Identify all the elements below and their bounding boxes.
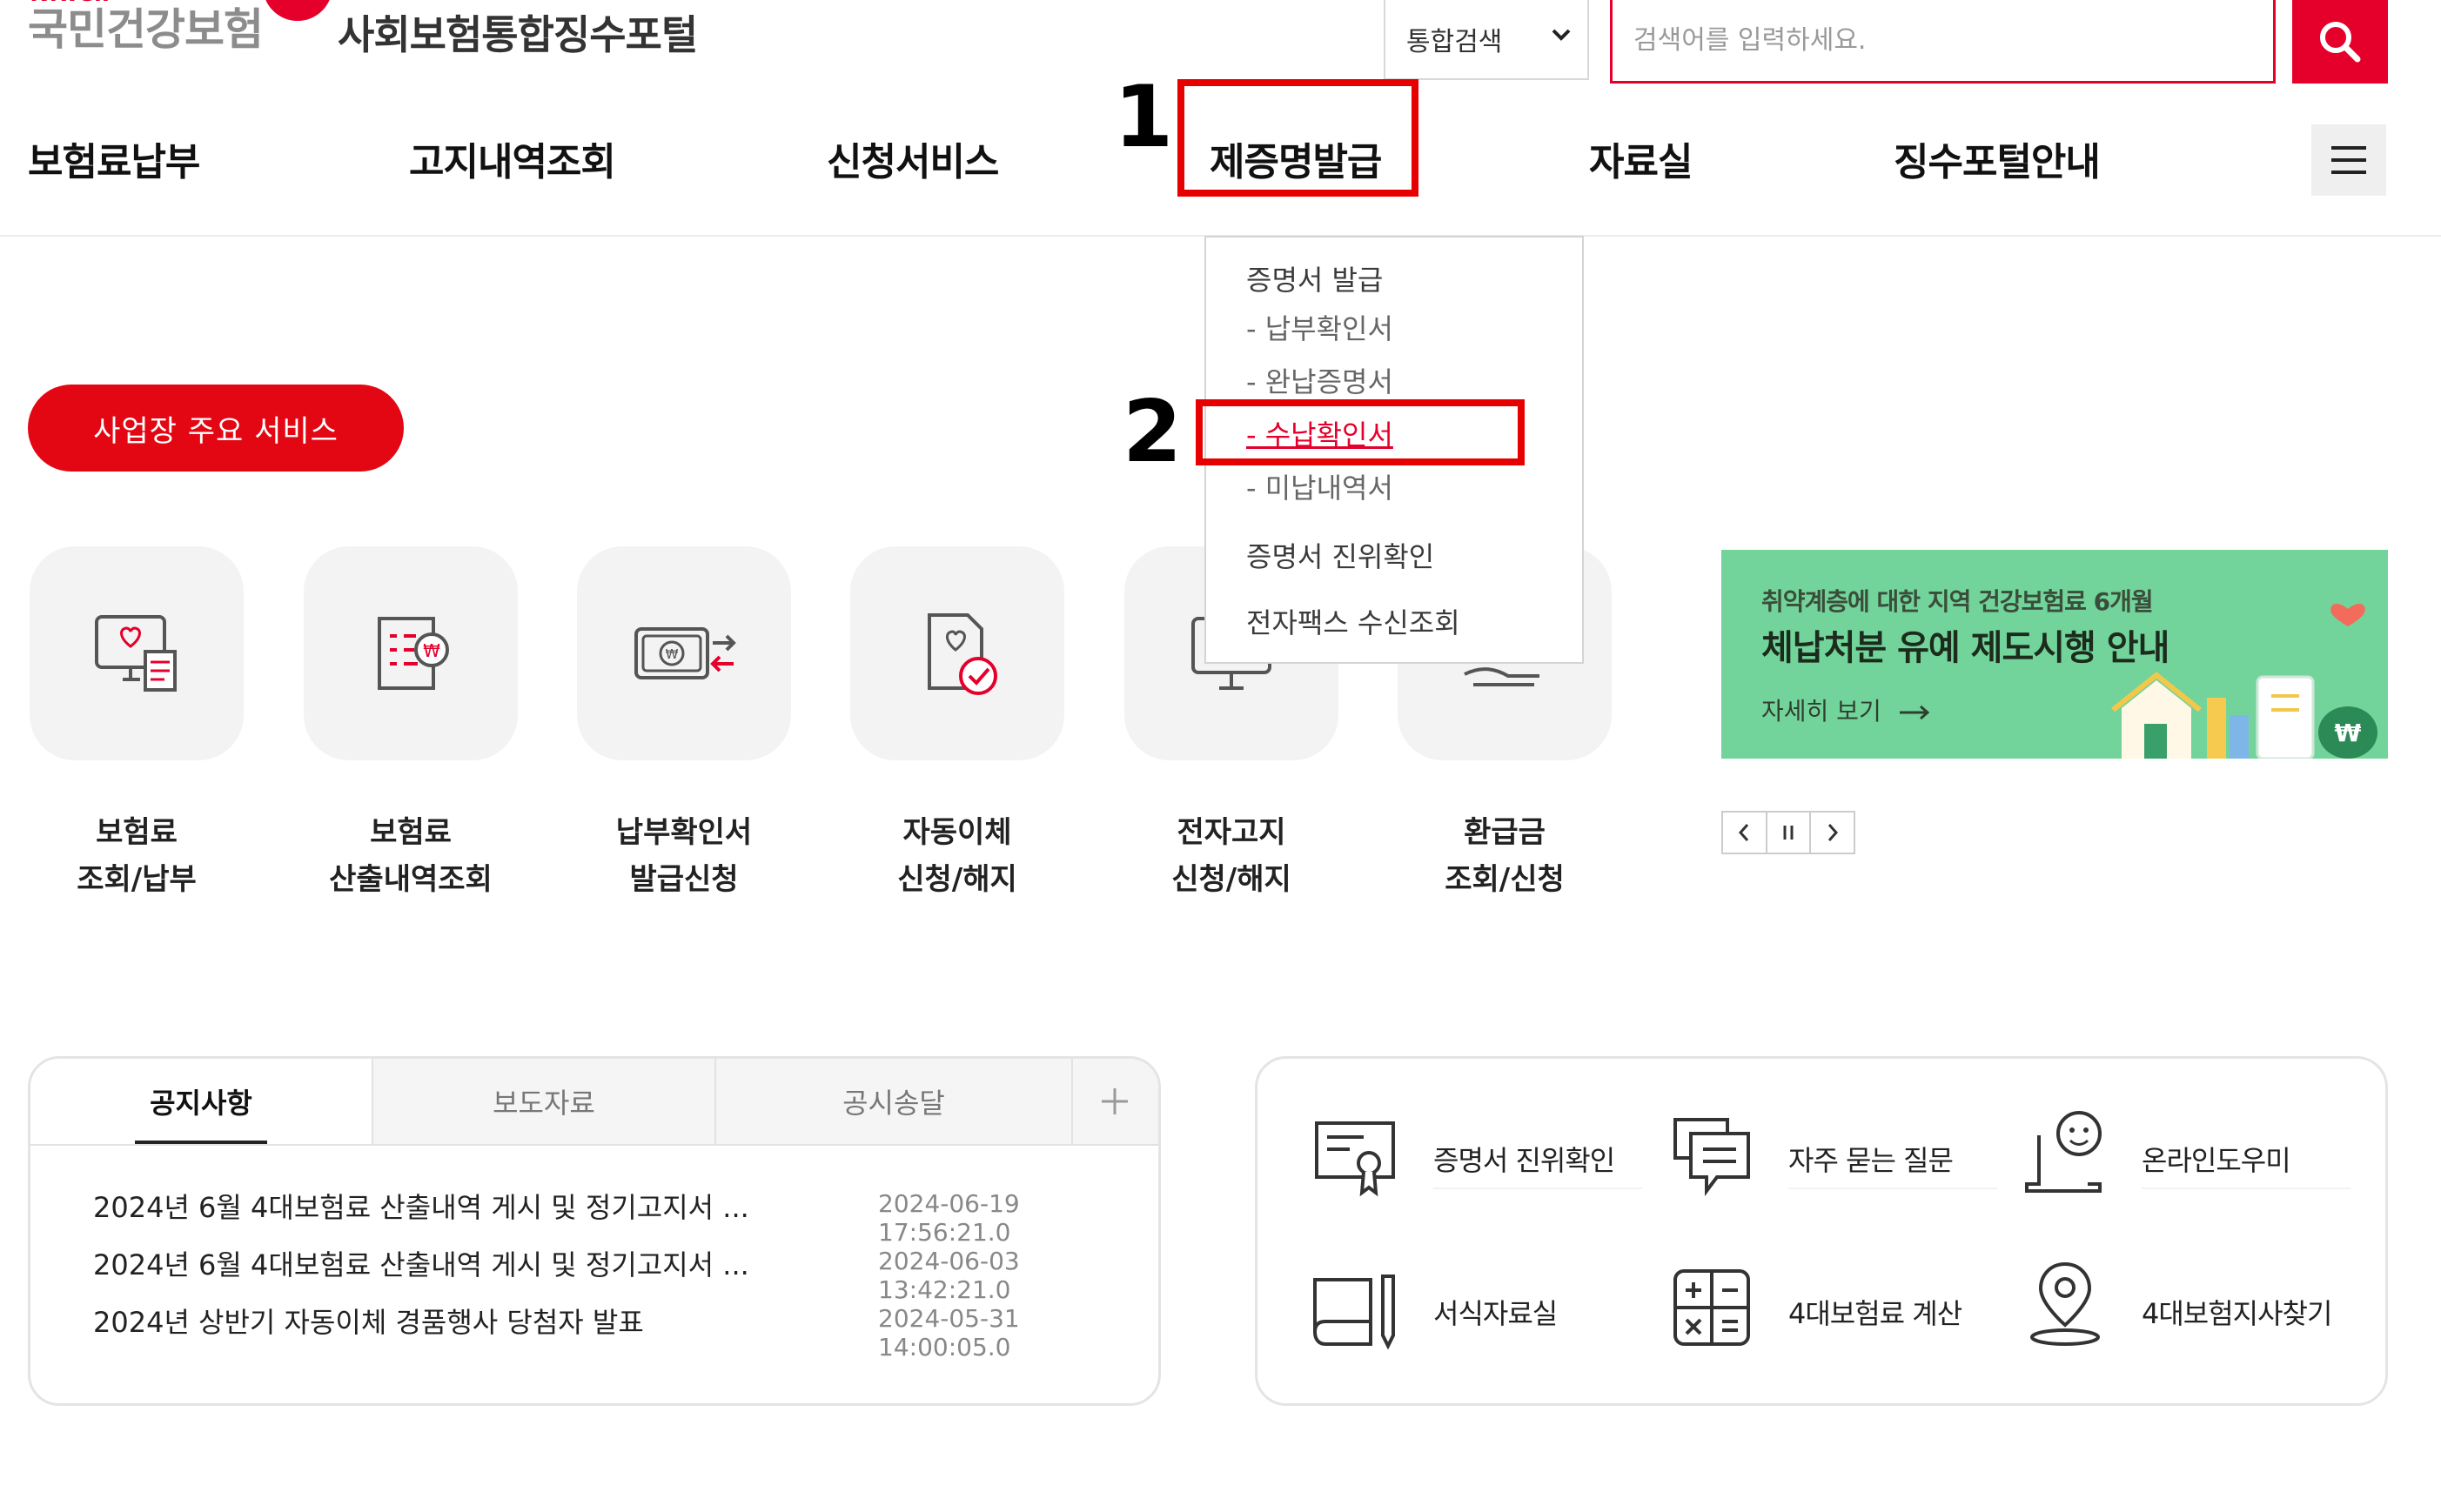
banner-next-button[interactable]: [1811, 813, 1854, 853]
nav-insurance-payment[interactable]: 보험료납부: [28, 130, 200, 186]
quick-links-panel: 증명서 진위확인 자주 묻는 질문 온라인도우미 서식자료실 4대보험료 계산 …: [1255, 1056, 2388, 1406]
quick-link-label[interactable]: 4대보험료 계산: [1788, 1292, 1962, 1332]
quick-link-label[interactable]: 서식자료실: [1433, 1292, 1558, 1332]
portal-title[interactable]: 사회보험통합징수포털: [338, 3, 698, 61]
search-scope-select[interactable]: 통합검색: [1384, 0, 1589, 80]
step-number-2: 2: [1123, 383, 1183, 482]
nav-portal-guide[interactable]: 징수포털안내: [1894, 130, 2101, 186]
chevron-down-icon: [1552, 29, 1571, 41]
service-label-payment-certificate[interactable]: 납부확인서 발급신청: [553, 809, 815, 903]
online-helper-icon: [2025, 1111, 2102, 1193]
nav-notice-history[interactable]: 고지내역조회: [409, 130, 616, 186]
nav-application-service[interactable]: 신청서비스: [827, 130, 999, 186]
quick-link-label[interactable]: 자주 묻는 질문: [1788, 1139, 1954, 1179]
book-pen-icon: [1313, 1274, 1395, 1350]
search-scope-value: 통합검색: [1406, 27, 1503, 57]
monitor-heart-receipt-icon: [95, 615, 177, 692]
quick-link-branch-finder[interactable]: [2020, 1259, 2110, 1349]
notice-title[interactable]: 2024년 상반기 자동이체 경품행사 당첨자 발표: [93, 1301, 644, 1341]
houses-money-illustration-icon: ₩: [2111, 603, 2377, 759]
service-label-premium-calculation[interactable]: 보험료 산출내역조회: [280, 809, 541, 903]
notice-more-button[interactable]: [1071, 1059, 1158, 1144]
dropdown-item-unpaid-statement[interactable]: - 미납내역서: [1246, 466, 1393, 506]
dropdown-item-payment-confirmation[interactable]: - 납부확인서: [1246, 307, 1393, 347]
calculator-icon: [1673, 1269, 1750, 1346]
notice-row[interactable]: 2024년 상반기 자동이체 경품행사 당첨자 발표 2024-05-31 14…: [93, 1301, 1137, 1361]
dropdown-section-efax[interactable]: 전자팩스 수신조회: [1246, 601, 1460, 641]
certificate-icon: [1315, 1121, 1395, 1197]
banner-more-link[interactable]: 자세히 보기: [1761, 692, 1933, 727]
highlight-box-1: [1177, 79, 1418, 197]
chevron-left-icon: [1739, 824, 1749, 841]
notice-panel: 공지사항 보도자료 공시송달 2024년 6월 4대보험료 산출내역 게시 및 …: [28, 1056, 1161, 1406]
notice-row[interactable]: 2024년 6월 4대보험료 산출내역 게시 및 정기고지서 ... 2024-…: [93, 1186, 1137, 1247]
divider: [1433, 1188, 1642, 1189]
dropdown-section-certificate[interactable]: 증명서 발급: [1246, 258, 1383, 298]
service-card-premium-calculation[interactable]: ₩: [304, 546, 518, 760]
menu-button[interactable]: [2311, 124, 2386, 196]
quick-link-online-helper[interactable]: [2020, 1106, 2110, 1196]
notice-title[interactable]: 2024년 6월 4대보험료 산출내역 게시 및 정기고지서 ...: [93, 1186, 749, 1226]
nav-resources[interactable]: 자료실: [1589, 130, 1693, 186]
tab-notices[interactable]: 공지사항: [30, 1059, 373, 1144]
divider: [2142, 1188, 2350, 1189]
banner-prev-button[interactable]: [1723, 813, 1767, 853]
logo[interactable]: 국민건강보험: [28, 0, 264, 57]
document-heart-check-icon: [928, 613, 997, 695]
quick-link-forms[interactable]: [1310, 1262, 1400, 1353]
tab-press[interactable]: 보도자료: [373, 1059, 716, 1144]
card-won-transfer-icon: ₩: [634, 627, 736, 679]
banner-controls: [1721, 811, 1855, 854]
chevron-right-icon: [1827, 824, 1838, 841]
service-card-auto-transfer[interactable]: [850, 546, 1064, 760]
quick-link-certificate-verify[interactable]: [1310, 1111, 1400, 1201]
service-label-refund[interactable]: 환급금 조회/신청: [1374, 809, 1635, 903]
service-label-auto-transfer[interactable]: 자동이체 신청/해지: [827, 809, 1088, 903]
arrow-right-icon: [1899, 705, 1929, 720]
dropdown-item-full-payment-certificate[interactable]: - 완납증명서: [1246, 360, 1393, 400]
notice-tabs: 공지사항 보도자료 공시송달: [30, 1059, 1158, 1146]
search-button[interactable]: [2292, 0, 2388, 84]
chat-bubbles-icon: [1673, 1118, 1750, 1196]
business-services-button[interactable]: 사업장 주요 서비스: [28, 385, 404, 472]
dropdown-section-verify[interactable]: 증명서 진위확인: [1246, 535, 1434, 575]
svg-text:₩: ₩: [2335, 719, 2362, 747]
highlight-box-2: [1196, 399, 1525, 465]
pause-icon: [1783, 826, 1794, 840]
logo-mark-icon: [263, 0, 332, 21]
banner-pause-button[interactable]: [1767, 813, 1812, 853]
quick-link-calculator[interactable]: [1666, 1262, 1757, 1353]
svg-text:₩: ₩: [666, 646, 679, 662]
hamburger-menu-icon: [2331, 146, 2366, 174]
tab-public-service[interactable]: 공시송달: [716, 1059, 1073, 1144]
svg-text:₩: ₩: [423, 640, 440, 661]
plus-icon: [1102, 1088, 1128, 1114]
document-won-icon: ₩: [378, 617, 449, 690]
notice-row[interactable]: 2024년 6월 4대보험료 산출내역 게시 및 정기고지서 ... 2024-…: [93, 1243, 1137, 1304]
service-label-electronic-notice[interactable]: 전자고지 신청/해지: [1101, 809, 1362, 903]
quick-link-label[interactable]: 4대보험지사찾기: [2142, 1292, 2332, 1332]
quick-link-faq[interactable]: [1666, 1111, 1757, 1201]
promo-banner[interactable]: 취약계층에 대한 지역 건강보험료 6개월 체납처분 유예 제도시행 안내 자세…: [1721, 550, 2388, 759]
service-card-premium-payment[interactable]: [30, 546, 244, 760]
notice-title[interactable]: 2024년 6월 4대보험료 산출내역 게시 및 정기고지서 ...: [93, 1243, 749, 1283]
notice-date: 2024-05-31 14:00:05.0: [878, 1304, 1020, 1361]
banner-more-label: 자세히 보기: [1761, 697, 1881, 726]
service-label-premium-payment[interactable]: 보험료 조회/납부: [6, 809, 267, 903]
service-card-payment-certificate[interactable]: ₩: [577, 546, 791, 760]
notice-date: 2024-06-19 17:56:21.0: [878, 1189, 1020, 1247]
search-icon: [2320, 22, 2361, 63]
step-number-1: 1: [1114, 68, 1174, 167]
search-input[interactable]: [1610, 0, 2276, 84]
quick-link-label[interactable]: 증명서 진위확인: [1433, 1139, 1615, 1179]
divider: [1788, 1188, 1997, 1189]
notice-date: 2024-06-03 13:42:21.0: [878, 1247, 1020, 1304]
location-pin-icon: [2030, 1261, 2100, 1346]
quick-link-label[interactable]: 온라인도우미: [2142, 1139, 2291, 1179]
